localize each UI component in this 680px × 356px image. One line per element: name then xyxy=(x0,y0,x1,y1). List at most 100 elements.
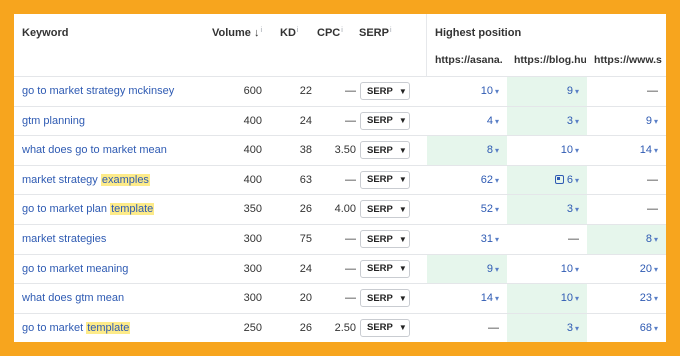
position-value[interactable]: 14 ▾ xyxy=(640,144,658,156)
position-cell: 14 ▾ xyxy=(427,284,507,314)
serp-button[interactable]: SERP ▼ xyxy=(360,111,410,130)
caret-down-icon[interactable]: ▾ xyxy=(575,117,579,126)
keyword-link[interactable]: gtm planning xyxy=(22,115,85,127)
keyword-link[interactable]: go to market template xyxy=(22,321,131,334)
position-value[interactable]: 10 ▾ xyxy=(561,144,579,156)
position-value[interactable]: 62 ▾ xyxy=(481,174,499,186)
caret-down-icon[interactable]: ▾ xyxy=(654,146,658,155)
serp-button[interactable]: SERP ▼ xyxy=(360,200,410,219)
dropdown-arrow-icon: ▼ xyxy=(398,175,407,185)
site-column-2[interactable]: https://blog.hu xyxy=(514,54,586,66)
table-row: 52 ▾ 3 ▾ — go to market plan template 350 26 4.0… xyxy=(14,194,666,225)
caret-down-icon[interactable]: ▾ xyxy=(575,176,579,185)
caret-down-icon[interactable]: ▾ xyxy=(654,117,658,126)
site-column-3[interactable]: https://www.s xyxy=(594,54,666,66)
caret-down-icon[interactable]: ▾ xyxy=(575,205,579,214)
info-icon[interactable]: i xyxy=(260,27,262,34)
caret-down-icon[interactable]: ▾ xyxy=(575,324,579,333)
site-column-1[interactable]: https://asana. xyxy=(435,54,505,66)
caret-down-icon[interactable]: ▾ xyxy=(495,235,499,244)
position-value[interactable]: 4 ▾ xyxy=(487,115,499,127)
position-value[interactable]: 52 ▾ xyxy=(481,203,499,215)
caret-down-icon[interactable]: ▾ xyxy=(654,265,658,274)
position-value[interactable]: 9 ▾ xyxy=(567,85,579,97)
cpc-value: — xyxy=(345,262,356,275)
info-icon[interactable]: i xyxy=(297,27,299,34)
position-cell: — xyxy=(507,225,587,255)
info-icon[interactable]: i xyxy=(341,27,343,34)
position-cell: 3 ▾ xyxy=(507,106,587,137)
column-kd[interactable]: KDi xyxy=(280,27,298,39)
position-value[interactable]: 31 ▾ xyxy=(481,233,499,245)
position-cell: 10 ▾ xyxy=(507,284,587,314)
cpc-value: — xyxy=(345,114,356,127)
keywords-table: Keyword Volume ↓i KDi CPCi SERPi Highest… xyxy=(14,14,666,342)
serp-button[interactable]: SERP ▼ xyxy=(360,82,410,100)
position-value[interactable]: 23 ▾ xyxy=(640,292,658,304)
keyword-link[interactable]: market strategy examples xyxy=(22,173,150,186)
column-keyword[interactable]: Keyword xyxy=(22,27,68,39)
caret-down-icon[interactable]: ▾ xyxy=(495,205,499,214)
kd-value: 22 xyxy=(299,85,312,97)
caret-down-icon[interactable]: ▾ xyxy=(495,265,499,274)
column-cpc[interactable]: CPCi xyxy=(317,27,343,39)
serp-button[interactable]: SERP ▼ xyxy=(360,170,410,189)
position-value[interactable]: 3 ▾ xyxy=(567,115,579,127)
table-row: 8 ▾ 10 ▾ 14 ▾ what does go to market mean 400 38… xyxy=(14,135,666,166)
caret-down-icon[interactable]: ▾ xyxy=(495,146,499,155)
caret-down-icon[interactable]: ▾ xyxy=(654,235,658,244)
volume-value: 400 xyxy=(243,144,262,157)
column-serp[interactable]: SERPi xyxy=(359,27,392,39)
dropdown-arrow-icon: ▼ xyxy=(398,323,407,333)
table-row: 10 ▾ 9 ▾ — go to market strategy mckinsey 600 2… xyxy=(14,76,666,107)
position-cell: 14 ▾ xyxy=(587,136,666,166)
position-value[interactable]: 20 ▾ xyxy=(640,263,658,275)
position-value[interactable]: 8 ▾ xyxy=(646,233,658,245)
caret-down-icon[interactable]: ▾ xyxy=(654,324,658,333)
caret-down-icon[interactable]: ▾ xyxy=(654,294,658,303)
info-icon[interactable]: i xyxy=(390,27,392,34)
serp-button[interactable]: SERP ▼ xyxy=(360,230,410,248)
position-value[interactable]: 3 ▾ xyxy=(567,203,579,215)
caret-down-icon[interactable]: ▾ xyxy=(575,294,579,303)
position-cell: 4 ▾ xyxy=(427,107,507,137)
serp-button[interactable]: SERP ▼ xyxy=(360,141,410,160)
table-row: — 3 ▾ 68 ▾ go to market template 250 26 2.50 SERP… xyxy=(14,312,666,342)
caret-down-icon[interactable]: ▾ xyxy=(495,87,499,96)
caret-down-icon[interactable]: ▾ xyxy=(495,176,499,185)
position-value[interactable]: 68 ▾ xyxy=(640,322,658,334)
serp-button[interactable]: SERP ▼ xyxy=(360,318,410,337)
position-value[interactable]: 6 ▾ xyxy=(554,174,579,186)
serp-button[interactable]: SERP ▼ xyxy=(360,259,410,278)
caret-down-icon[interactable]: ▾ xyxy=(495,117,499,126)
position-value[interactable]: 9 ▾ xyxy=(646,115,658,127)
column-volume[interactable]: Volume ↓i xyxy=(212,27,262,39)
cpc-value: — xyxy=(345,233,356,245)
volume-value: 300 xyxy=(243,292,262,305)
position-value[interactable]: 10 ▾ xyxy=(561,292,579,304)
position-cell: 52 ▾ xyxy=(427,195,507,225)
keyword-link[interactable]: go to market plan template xyxy=(22,203,155,216)
keyword-link[interactable]: what does go to market mean xyxy=(22,144,167,156)
keyword-link[interactable]: market strategies xyxy=(22,233,106,245)
caret-down-icon[interactable]: ▾ xyxy=(575,87,579,96)
keyword-link[interactable]: go to market strategy mckinsey xyxy=(22,85,174,97)
caret-down-icon[interactable]: ▾ xyxy=(495,294,499,303)
position-value[interactable]: 9 ▾ xyxy=(487,263,499,275)
caret-down-icon[interactable]: ▾ xyxy=(575,146,579,155)
position-cell: — xyxy=(427,314,507,342)
position-value[interactable]: 8 ▾ xyxy=(487,144,499,156)
position-value[interactable]: 10 ▾ xyxy=(561,263,579,275)
keyword-link[interactable]: go to market meaning xyxy=(22,263,128,275)
volume-value: 600 xyxy=(243,85,262,97)
volume-value: 300 xyxy=(243,233,262,245)
position-cell: 3 ▾ xyxy=(507,313,587,342)
keyword-link[interactable]: what does gtm mean xyxy=(22,292,124,304)
caret-down-icon[interactable]: ▾ xyxy=(575,265,579,274)
table-row: 62 ▾ 6 ▾ — market strategy examples 400 63 — SERP… xyxy=(14,164,666,196)
position-value[interactable]: 10 ▾ xyxy=(481,85,499,97)
position-value[interactable]: 3 ▾ xyxy=(567,322,579,334)
position-value[interactable]: 14 ▾ xyxy=(481,292,499,304)
serp-button[interactable]: SERP ▼ xyxy=(360,289,410,308)
position-cell: — xyxy=(587,77,666,107)
